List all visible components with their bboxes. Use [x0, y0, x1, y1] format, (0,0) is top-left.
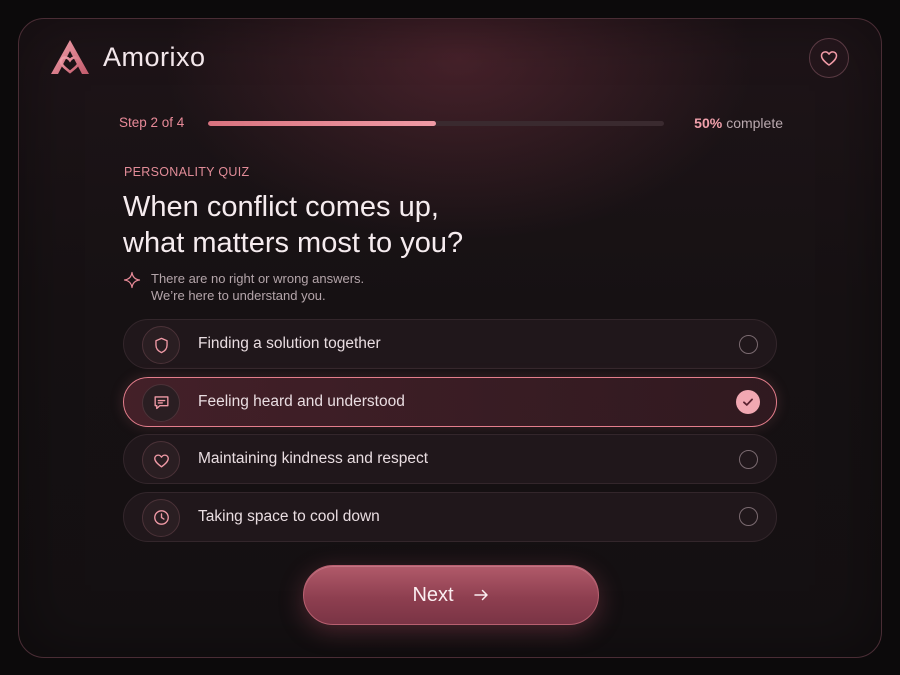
heart-icon	[820, 51, 838, 66]
chat-icon	[153, 396, 169, 410]
progress-bar	[208, 121, 664, 126]
brand: Amorixo	[47, 39, 206, 75]
next-button-label: Next	[412, 583, 454, 606]
check-icon	[743, 398, 753, 406]
step-indicator: Step 2 of 4	[119, 115, 185, 130]
quiz-eyebrow: PERSONALITY QUIZ	[124, 165, 250, 179]
question-title-line2: what matters most to you?	[123, 227, 464, 259]
option-label: Taking space to cool down	[198, 507, 380, 525]
arrow-right-icon	[473, 589, 488, 601]
option-label: Feeling heard and understood	[198, 392, 405, 410]
option-maintaining-kindness[interactable]: Maintaining kindness and respect	[123, 434, 777, 484]
hint-line1: There are no right or wrong answers.	[151, 271, 365, 286]
progress-percent: 50% complete	[694, 115, 783, 131]
favorite-button[interactable]	[809, 38, 849, 78]
hint: There are no right or wrong answers. We’…	[123, 270, 364, 304]
quiz-card: Amorixo Step 2 of 4 50% complete PERSONAL…	[18, 18, 882, 658]
brand-name: Amorixo	[103, 41, 206, 72]
option-radio-checked[interactable]	[736, 389, 760, 414]
clock-icon	[153, 510, 169, 525]
logo-icon	[51, 40, 89, 74]
option-taking-space[interactable]: Taking space to cool down	[123, 491, 777, 542]
question-title: When conflict comes up, what matters mos…	[123, 189, 643, 261]
option-radio[interactable]	[739, 507, 758, 526]
sparkle-icon	[123, 271, 141, 289]
hint-line2: We’re here to understand you.	[151, 288, 326, 303]
option-icon-wrap	[142, 441, 180, 479]
option-label: Finding a solution together	[198, 335, 381, 352]
question-title-line1: When conflict comes up,	[123, 191, 439, 223]
next-button[interactable]: Next	[303, 565, 599, 625]
progress-percent-value: 50%	[694, 115, 723, 131]
option-icon-wrap	[142, 326, 180, 364]
hint-text: There are no right or wrong answers. We’…	[151, 270, 364, 304]
option-radio[interactable]	[739, 334, 758, 354]
option-label: Maintaining kindness and respect	[198, 450, 429, 467]
answer-options: Finding a solution together Feeling hear…	[123, 319, 777, 549]
option-finding-solution[interactable]: Finding a solution together	[123, 319, 777, 369]
option-radio[interactable]	[739, 449, 758, 469]
option-icon-wrap	[142, 498, 180, 537]
option-feeling-heard[interactable]: Feeling heard and understood	[123, 376, 777, 427]
heart-icon	[153, 453, 169, 468]
shield-icon	[154, 337, 168, 353]
progress-percent-suffix: complete	[726, 115, 783, 131]
progress-bar-fill	[208, 121, 436, 126]
option-icon-wrap	[142, 383, 180, 422]
